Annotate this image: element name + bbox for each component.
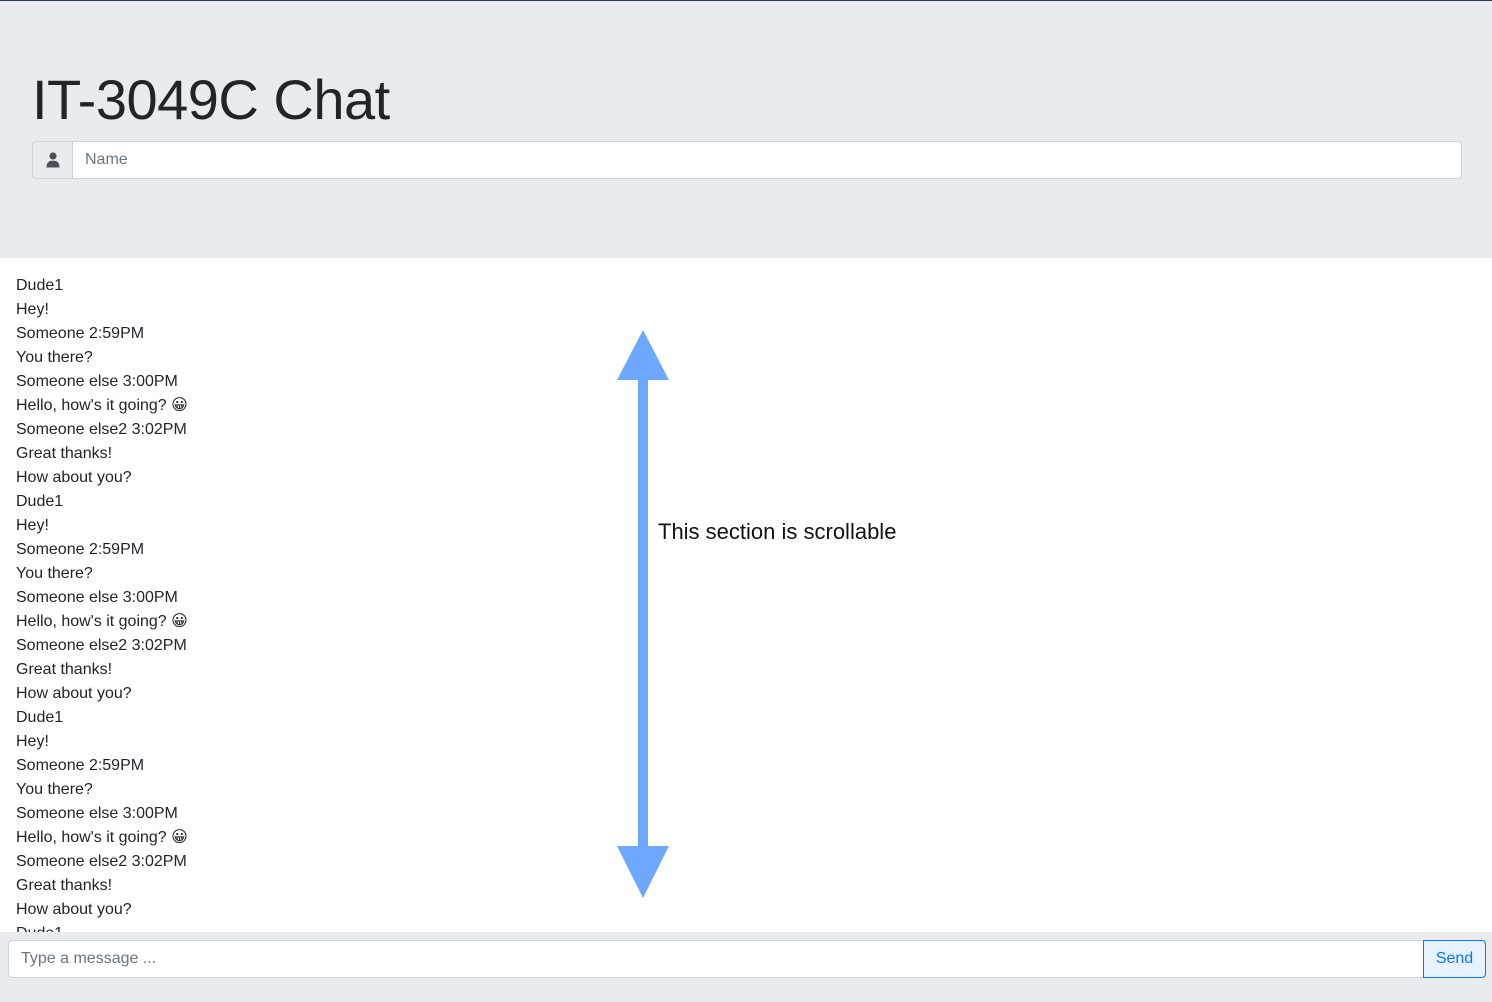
message-line: How about you? bbox=[16, 901, 132, 918]
message-line: How about you? bbox=[16, 469, 132, 486]
message-line: Dude1 bbox=[16, 277, 64, 294]
message-line: Hello, how's it going? 😀 bbox=[16, 829, 188, 846]
message-line: Great thanks! bbox=[16, 661, 113, 678]
message-line: Someone else2 3:02PM bbox=[16, 421, 187, 438]
message-line: Someone else2 3:02PM bbox=[16, 637, 187, 654]
scrollable-annotation-label: This section is scrollable bbox=[658, 519, 897, 544]
double-arrow-icon bbox=[617, 330, 669, 898]
name-input-group bbox=[32, 141, 1462, 179]
message-line: Dude1 bbox=[16, 493, 64, 510]
message-line: Someone 2:59PM bbox=[16, 757, 145, 774]
header-panel: IT-3049C Chat bbox=[0, 1, 1492, 258]
message-line: Someone else 3:00PM bbox=[16, 589, 178, 606]
message-line: Someone else 3:00PM bbox=[16, 373, 178, 390]
message-line: Hey! bbox=[16, 301, 49, 318]
message-line: Great thanks! bbox=[16, 877, 113, 894]
message-line: Hello, how's it going? 😀 bbox=[16, 397, 188, 414]
message-input[interactable] bbox=[8, 940, 1424, 978]
message-line: Dude1 bbox=[16, 709, 64, 726]
message-line: Hey! bbox=[16, 733, 49, 750]
message-line: You there? bbox=[16, 781, 93, 798]
message-line: Great thanks! bbox=[16, 445, 113, 462]
page-title: IT-3049C Chat bbox=[32, 68, 390, 131]
message-line: Someone else2 3:02PM bbox=[16, 853, 187, 870]
message-line: You there? bbox=[16, 565, 93, 582]
user-icon bbox=[32, 141, 72, 179]
message-line: Someone else 3:00PM bbox=[16, 805, 178, 822]
message-line: How about you? bbox=[16, 685, 132, 702]
chat-messages-panel[interactable]: Dude1 Hey! Someone 2:59PM You there? Someone… bbox=[0, 258, 1492, 932]
message-line: Dude1 bbox=[16, 922, 1476, 932]
name-input[interactable] bbox=[72, 141, 1462, 179]
message-line: Someone 2:59PM bbox=[16, 325, 145, 342]
message-line: You there? bbox=[16, 349, 93, 366]
message-line: Hello, how's it going? 😀 bbox=[16, 613, 188, 630]
send-button[interactable]: Send bbox=[1423, 940, 1486, 978]
